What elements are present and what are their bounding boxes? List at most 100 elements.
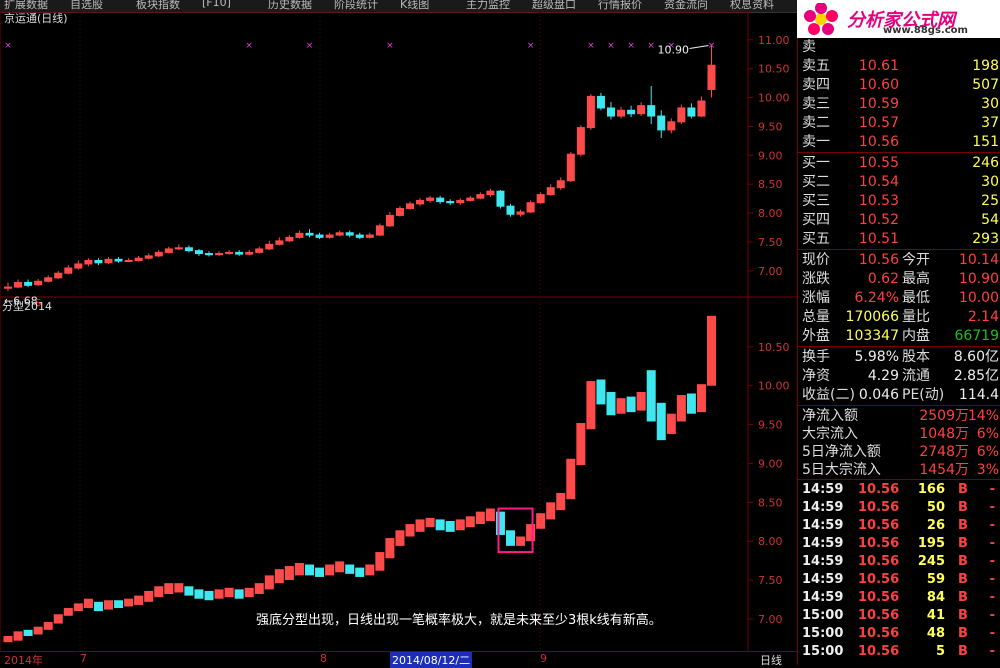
candle-body [235,251,244,255]
upper-axis-tick-label: 9.00 [758,149,783,162]
fractal-bar [294,562,304,576]
fractal-bar [174,583,184,593]
toolbar-item[interactable]: [F10] [202,0,231,9]
candle-body [466,197,475,201]
fractal-bar [586,381,596,430]
candle-body [184,247,193,252]
buy-level-row: 买四 10.52 54 [802,212,999,228]
fractal-bar [355,567,365,577]
toolbar-item[interactable]: 权息资料 [730,0,774,12]
trade-tick-row: 15:00 10.56 48 B - [802,626,995,641]
toolbar-item[interactable]: 行情报价 [598,0,642,12]
candle-body [134,257,143,261]
fractal-bar [325,564,335,576]
fractal-bar [83,598,93,609]
toolbar-item[interactable]: 主力监控 [466,0,510,12]
quote-row: 涨跌 0.62 最高 10.90 [802,271,999,287]
chart-svg[interactable]: 京运通(日线) 11.00 10.50 10.00 9.50 9.00 8.50 8.00 7.… [0,11,797,654]
fractal-bar [214,589,224,599]
logo-url: www.88gs.com [883,25,968,36]
chart-frame [0,11,749,654]
toolbar-item[interactable]: 超级盘口 [532,0,576,12]
fractal-bar [13,631,23,641]
candle-body [556,180,565,189]
fractal-top-marker: × [647,41,655,51]
cursor-date-label: 2014/08/12/二 [390,652,473,668]
candle-body [34,280,43,286]
panel-separator [798,152,1000,153]
candle-body [516,211,525,215]
candle-body [104,258,113,264]
candle-body [255,248,264,253]
candle-body [54,272,63,279]
month-9-label: 9 [540,652,547,665]
trade-tick-row: 15:00 10.56 5 B - [802,644,995,659]
strategy-annotation: 强底分型出现，日线出现一笔概率极大，就是未来至少3根k线有新高。 [256,612,662,628]
fractal-bar [194,589,204,599]
quote-row: 总量 170066 量比 2.14 [802,309,999,325]
candle-body [426,197,435,201]
fractal-bar [405,524,415,537]
fractal-bar [53,614,63,624]
candle-body [4,286,12,289]
fractal-bar [656,402,666,441]
fundamental-row: 换手 5.98% 股本 8.60亿 [802,349,999,365]
candle-body [657,115,666,131]
candle-body [707,64,716,90]
toolbar-item[interactable]: 板块指数 [136,0,180,12]
fractal-bar [254,583,264,595]
candle-body [174,247,183,250]
month-8-label: 8 [320,652,327,665]
toolbar-item[interactable]: 自选股 [70,0,103,12]
fractal-bar [445,520,455,532]
candle-body [476,194,485,199]
toolbar-item[interactable]: 资金流向 [664,0,708,12]
candle-body [44,277,53,282]
fractal-bar [134,595,144,605]
toolbar-item[interactable]: 扩展数据 [4,0,48,12]
candle-body [506,205,515,215]
candle-body [74,263,83,269]
high-arrow [689,45,709,50]
toolbar-item[interactable]: 历史数据 [268,0,312,12]
sell-level-row: 卖四 10.60 507 [802,77,999,93]
period-label[interactable]: 日线 [760,652,782,668]
fractal-bar [234,589,244,599]
candle-body [335,232,344,236]
fundamental-row: 收益(二) 0.046 PE(动) 114.4 [802,387,999,403]
candle-body [446,201,455,204]
upper-axis-tick-label: 8.50 [758,178,783,191]
fractal-bar [676,395,686,422]
toolbar-item[interactable]: 阶段统计 [334,0,378,12]
candle-body [64,267,73,274]
fractal-bar [475,511,485,525]
panel-separator [798,405,1000,406]
candle-body [365,234,374,238]
toolbar-item[interactable]: K线图 [400,0,429,12]
fractal-top-marker: × [627,41,635,51]
fractal-bar [506,530,515,546]
buy-level-row: 买三 10.53 25 [802,193,999,209]
sell-level-row: 卖五 10.61 198 [802,58,999,74]
candle-body [325,234,334,238]
candle-body [215,253,224,256]
fractal-bar [264,575,274,590]
fractal-bar [274,569,284,584]
fractal-bar [626,396,636,413]
date-axis-bar: 2014年 7 8 2014/08/12/二 9 日线 [0,651,797,668]
sell-header: 卖 [802,39,816,55]
chart-area: 京运通(日线) 11.00 10.50 10.00 9.50 9.00 8.50 8.00 7.… [0,11,797,654]
fractal-bar [164,583,174,595]
fundamental-row: 净资 4.29 流通 2.85亿 [802,368,999,384]
fractal-bar [435,519,445,531]
fractal-top-marker: × [607,41,615,51]
upper-axis-tick-label: 10.50 [758,63,790,76]
fractal-top-marker: × [386,41,394,51]
fractal-top-marker: × [4,41,12,51]
candle-body [285,236,294,242]
candle-body [395,207,404,216]
fractal-bar [696,384,706,413]
fractal-bar [566,458,576,500]
fractal-bar [305,564,314,576]
trade-tick-row: 14:59 10.56 84 B - [802,590,995,605]
